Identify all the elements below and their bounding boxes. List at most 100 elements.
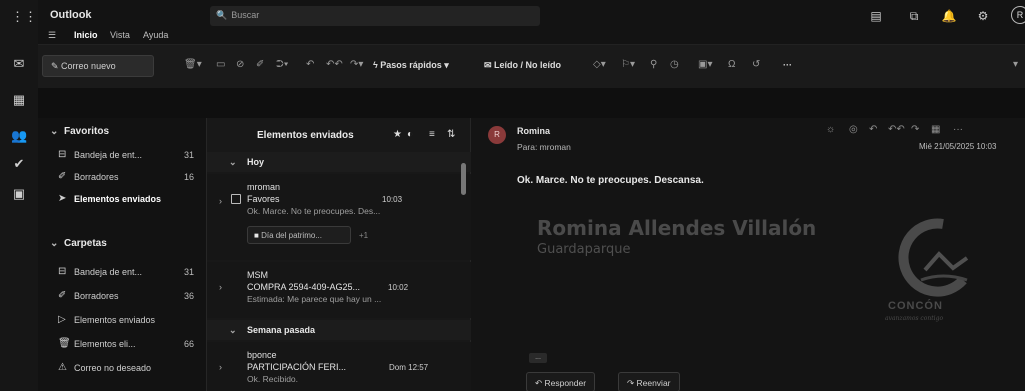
search-placeholder: Buscar	[231, 10, 260, 20]
tab-vista[interactable]: Vista	[110, 30, 130, 40]
message-preview: Ok. Recibido.	[247, 374, 299, 384]
favorite-star-icon[interactable]: ★	[393, 129, 402, 140]
search-icon: 🔍	[216, 10, 228, 20]
reply-icon[interactable]: ↶	[869, 124, 877, 135]
sent-icon: ➤	[58, 193, 67, 204]
chevron-down-icon: ⌄	[50, 126, 59, 137]
attachment-name: Día del patrimo...	[261, 231, 322, 240]
apps-icon[interactable]: ▣	[11, 186, 27, 202]
deleted-count: 66	[183, 339, 194, 349]
copilot-icon[interactable]: ◎	[849, 124, 858, 135]
list-item[interactable]: › MSM COMPRA 2594-409-AG25... 10:02 Esti…	[207, 262, 472, 318]
account-avatar[interactable]: R	[1011, 6, 1025, 24]
folder-label: Elementos enviados	[74, 194, 162, 204]
todo-icon[interactable]: ✔	[11, 156, 27, 172]
message-body: Ok. Marce. No te preocupes. Descansa.	[517, 175, 704, 186]
copilot-icon[interactable]: ◐	[407, 129, 413, 140]
archive-icon[interactable]: ▭	[216, 59, 225, 70]
read-unread-button[interactable]: ✉ Leído / No leído	[484, 60, 561, 71]
forward-icon[interactable]: ↷▾	[350, 59, 363, 70]
report-icon[interactable]: ⊘	[236, 59, 244, 70]
reply-button[interactable]: ↶ Responder	[526, 372, 596, 391]
attachment-chip[interactable]: ■ Día del patrimo...	[247, 226, 351, 244]
read-unread-label: Leído / No leído	[494, 60, 562, 70]
calendar-icon[interactable]: ▦	[11, 92, 27, 108]
folder-inbox[interactable]: ⊟ Bandeja de ent... 31	[38, 261, 206, 283]
feedback-icon[interactable]: ⧉	[906, 8, 922, 24]
tab-ayuda[interactable]: Ayuda	[143, 30, 168, 40]
scrollbar[interactable]	[461, 163, 466, 195]
chevron-down-icon[interactable]: ▾	[1013, 59, 1018, 70]
folder-pane: ⌄ Favoritos ⊟ Bandeja de ent... 31 ✐ Bor…	[38, 118, 206, 391]
logo-wordmark: CONCÓN	[888, 300, 943, 312]
apps-icon[interactable]: ▦	[931, 124, 940, 135]
hamburger-icon[interactable]: ☰	[48, 30, 56, 41]
mail-icon[interactable]: ✉	[11, 56, 27, 72]
sender-avatar[interactable]: R	[488, 126, 506, 144]
signature-role: Guardaparque	[537, 242, 631, 257]
group-last-week[interactable]: ⌄ Semana pasada	[207, 320, 472, 340]
more-button[interactable]: ···	[783, 60, 792, 70]
rules-icon[interactable]: ▣▾	[698, 59, 712, 70]
pin-icon[interactable]: ⚲	[650, 59, 657, 70]
recipient-line: Para: mroman	[517, 142, 571, 152]
forward-label: Reenviar	[636, 378, 671, 388]
list-item[interactable]: › mroman Favores 10:03 Ok. Marce. No te …	[207, 174, 472, 260]
sort-icon[interactable]: ⇅	[447, 129, 455, 140]
quick-steps-button[interactable]: ϟ Pasos rápidos ▾	[373, 60, 449, 71]
tag-icon[interactable]: ◇▾	[593, 59, 606, 70]
show-trimmed-button[interactable]: ...	[529, 353, 547, 363]
folder-sent[interactable]: ▷ Elementos enviados	[38, 309, 206, 331]
group-today[interactable]: ⌄ Hoy	[207, 152, 472, 172]
message-subject: COMPRA 2594-409-AG25...	[247, 282, 361, 292]
notifications-icon[interactable]: 🔔	[941, 8, 957, 24]
group-label: Semana pasada	[247, 325, 316, 335]
list-title: Elementos enviados	[257, 130, 354, 141]
favorite-sent[interactable]: ➤ Elementos enviados	[38, 188, 206, 210]
settings-icon[interactable]: ⚙	[975, 8, 991, 24]
new-mail-button[interactable]: ✎ Correo nuevo	[42, 55, 154, 77]
reply-icon[interactable]: ↶	[306, 59, 314, 70]
presentation-icon: ■	[254, 231, 262, 240]
select-checkbox[interactable]	[231, 194, 241, 204]
expand-icon[interactable]: ›	[219, 362, 222, 372]
forward-icon[interactable]: ↷	[911, 124, 919, 135]
folder-label: Elementos enviados	[74, 315, 156, 325]
people-icon[interactable]: 👥	[11, 128, 27, 144]
filter-icon[interactable]: ≡	[429, 129, 435, 140]
chevron-down-icon: ⌄	[229, 325, 237, 335]
reply-all-icon[interactable]: ↶↶	[326, 59, 343, 70]
folder-junk[interactable]: ⚠ Correo no deseado	[38, 357, 206, 379]
teams-icon[interactable]: ▤	[868, 8, 884, 24]
app-launcher-icon[interactable]: ⋮⋮	[11, 9, 37, 25]
chevron-down-icon: ⌄	[229, 157, 237, 167]
sun-icon[interactable]: ☼	[826, 124, 835, 135]
reply-all-icon[interactable]: ↶↶	[888, 124, 905, 135]
attachment-extra[interactable]: +1	[359, 231, 368, 240]
expand-icon[interactable]: ›	[219, 196, 222, 206]
message-date: Mié 21/05/2025 10:03	[919, 142, 997, 151]
folder-drafts[interactable]: ✐ Borradores 36	[38, 285, 206, 307]
sender-name[interactable]: Romina	[517, 126, 550, 136]
compose-icon: ✎	[51, 61, 62, 71]
headset-icon[interactable]: Ω	[728, 59, 735, 70]
snooze-icon[interactable]: ◷	[670, 59, 679, 70]
favorite-inbox[interactable]: ⊟ Bandeja de ent... 31	[38, 144, 206, 166]
forward-button[interactable]: ↷ Reenviar	[618, 372, 680, 391]
flag-icon[interactable]: ⚐▾	[621, 59, 635, 70]
sweep-icon[interactable]: ✐	[256, 59, 264, 70]
message-from: mroman	[247, 182, 281, 192]
search-input[interactable]: 🔍 Buscar	[210, 6, 540, 26]
delete-icon[interactable]: 🗑▾	[184, 59, 202, 70]
move-icon[interactable]: ⮊▾	[276, 59, 288, 70]
more-icon[interactable]: ···	[953, 124, 963, 135]
list-item[interactable]: › bponce PARTICIPACIÓN FERI... Dom 12:57…	[207, 342, 472, 391]
tab-inicio[interactable]: Inicio	[74, 30, 98, 40]
undo-icon[interactable]: ↺	[752, 59, 760, 70]
reading-pane: R Romina Para: mroman ☼ ◎ ↶ ↶↶ ↷ ▦ ··· M…	[471, 118, 1025, 391]
favorite-drafts[interactable]: ✐ Borradores 16	[38, 166, 206, 188]
folder-deleted[interactable]: 🗑 Elementos eli... 66	[38, 333, 206, 355]
expand-icon[interactable]: ›	[219, 282, 222, 292]
folder-label: Correo no deseado	[74, 363, 152, 373]
ribbon: ✎ Correo nuevo 🗑▾ ▭ ⊘ ✐ ⮊▾ ↶ ↶↶ ↷▾ ϟ Pas…	[38, 44, 1025, 88]
